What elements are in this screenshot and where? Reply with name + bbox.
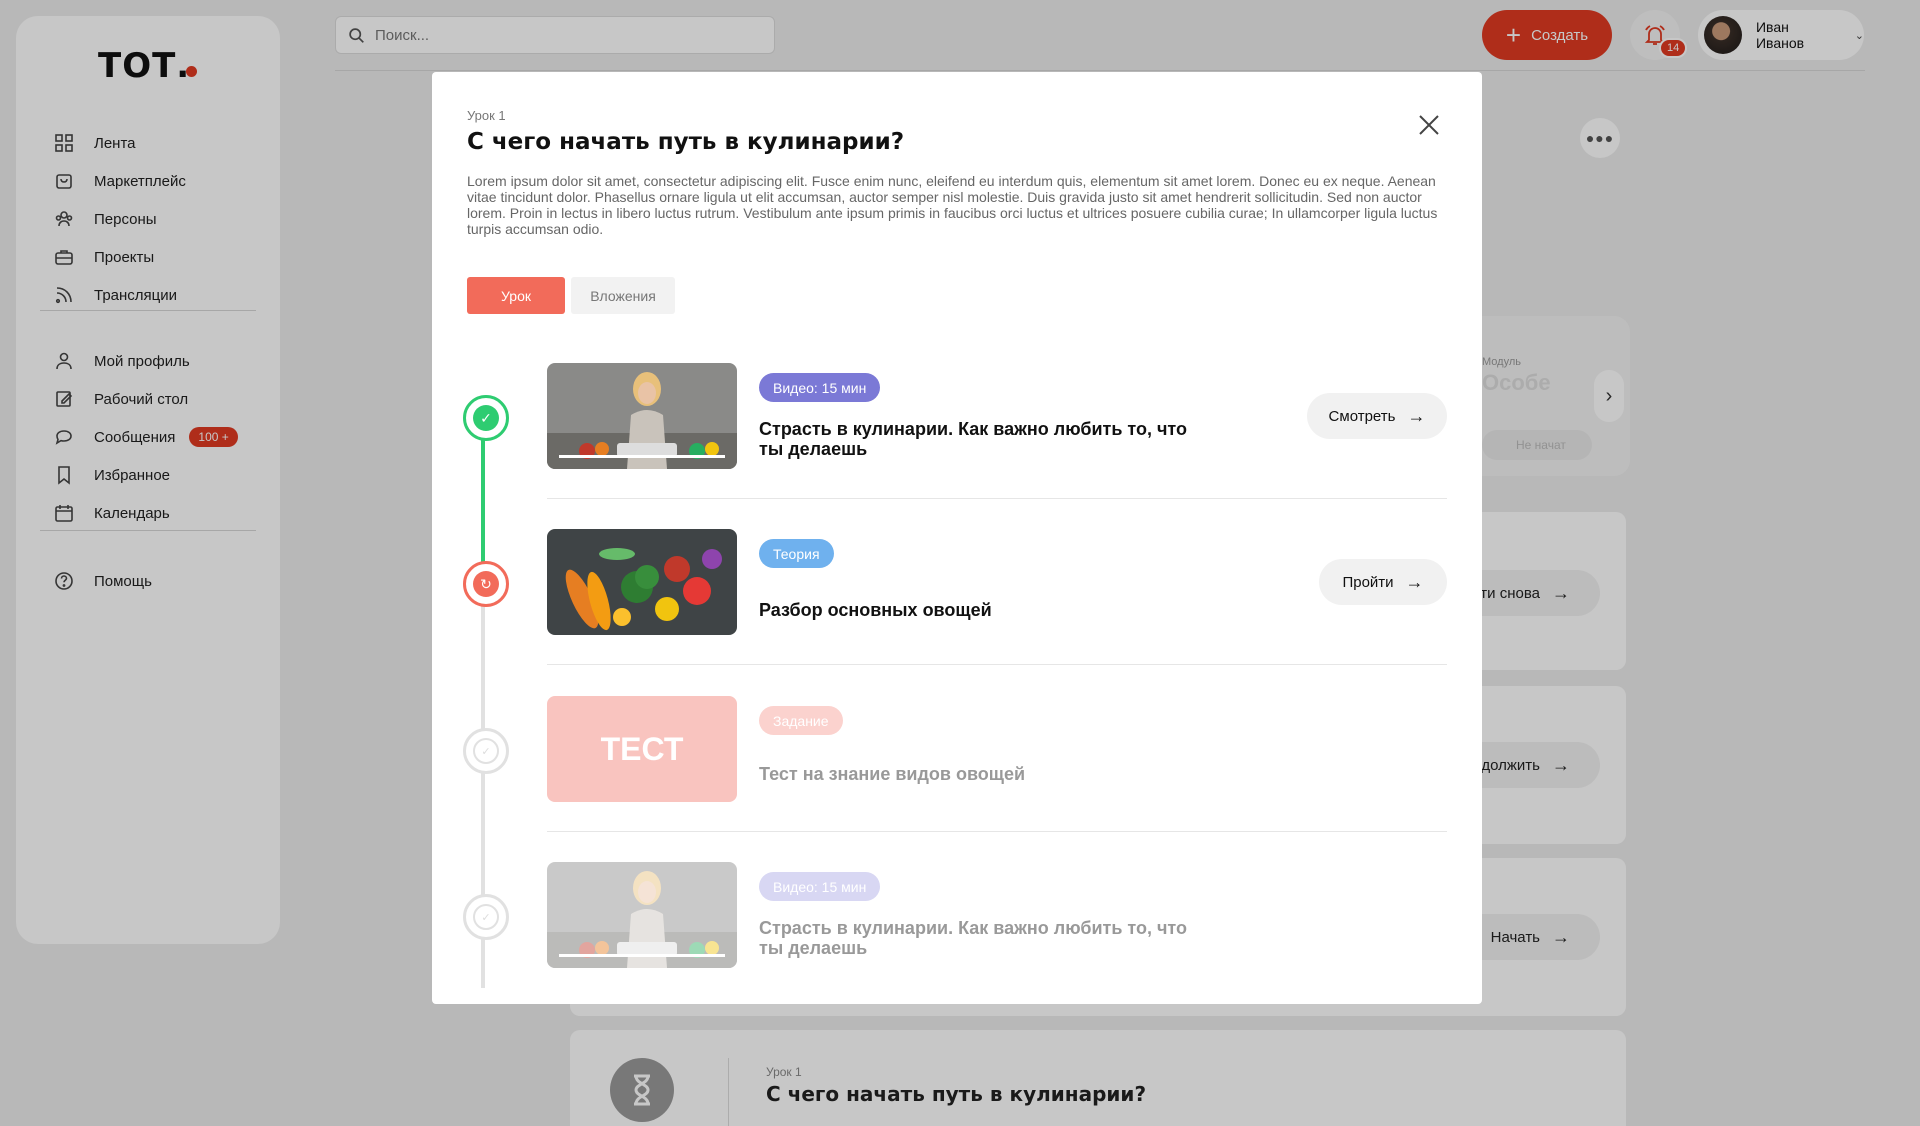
arrow-right-icon: → (1405, 571, 1424, 592)
step-locked-node: ✓ (463, 728, 509, 774)
video-duration-badge: Видео: 15 мин (759, 872, 881, 901)
close-button[interactable] (1414, 110, 1444, 140)
video-thumbnail[interactable] (547, 862, 737, 968)
lesson-title: С чего начать путь в кулинарии? (467, 129, 905, 155)
step-divider (547, 664, 1447, 665)
check-circle-icon: ✓ (473, 904, 499, 930)
step-divider (547, 831, 1447, 832)
watch-button[interactable]: Смотреть → (1307, 393, 1447, 439)
test-thumbnail-text: ТЕСТ (600, 730, 684, 767)
test-thumbnail[interactable]: ТЕСТ (547, 696, 737, 802)
video-thumbnail[interactable] (547, 363, 737, 469)
lesson-modal: Урок 1 С чего начать путь в кулинарии? L… (432, 72, 1482, 1004)
step-title: Разбор основных овощей (759, 600, 992, 620)
close-icon (1419, 115, 1439, 135)
lesson-step: ТЕСТ Задание Тест на знание видов овощей (547, 696, 1447, 802)
lesson-label: Урок 1 (467, 108, 506, 123)
step-title: Страсть в кулинарии. Как важно любить то… (759, 918, 1188, 958)
video-duration-badge: Видео: 15 мин (759, 373, 881, 402)
tabs: Урок Вложения (467, 277, 675, 314)
check-icon: ✓ (473, 405, 499, 431)
step-completed-node: ✓ (463, 395, 509, 441)
theory-badge: Теория (759, 539, 834, 568)
step-title: Тест на знание видов овощей (759, 764, 1026, 784)
lesson-step: Видео: 15 мин Страсть в кулинарии. Как в… (547, 363, 1447, 469)
tab-attachments[interactable]: Вложения (571, 277, 675, 314)
step-in-progress-node: ↻ (463, 561, 509, 607)
check-circle-icon: ✓ (473, 738, 499, 764)
theory-thumbnail[interactable] (547, 529, 737, 635)
task-badge: Задание (759, 706, 843, 735)
step-title: Страсть в кулинарии. Как важно любить то… (759, 419, 1188, 459)
lesson-description: Lorem ipsum dolor sit amet, consectetur … (467, 173, 1438, 237)
arrow-right-icon: → (1407, 405, 1426, 426)
watch-button-label: Смотреть (1328, 407, 1396, 425)
step-locked-node: ✓ (463, 894, 509, 940)
step-divider (547, 498, 1447, 499)
take-button-label: Пройти (1342, 573, 1394, 591)
refresh-icon: ↻ (473, 571, 499, 597)
lesson-step: Теория Разбор основных овощей Пройти → (547, 529, 1447, 635)
tab-lesson[interactable]: Урок (467, 277, 565, 314)
lesson-step: Видео: 15 мин Страсть в кулинарии. Как в… (547, 862, 1447, 968)
take-button[interactable]: Пройти → (1319, 559, 1447, 605)
